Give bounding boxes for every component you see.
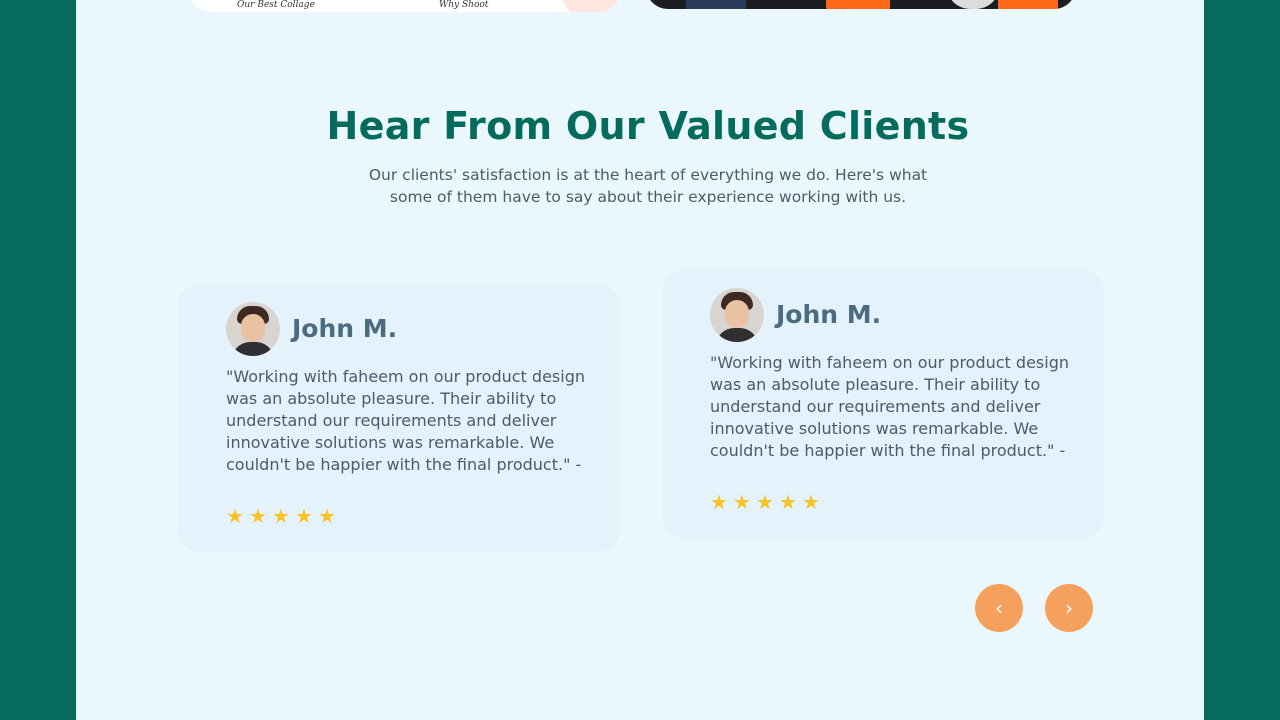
star-rating: ★ ★ ★ ★ ★ xyxy=(710,492,822,512)
portfolio-card-image[interactable]: Our Best Collage Why Shoot xyxy=(189,0,621,12)
star-icon: ★ xyxy=(710,490,728,514)
section-title: Hear From Our Valued Clients xyxy=(326,104,970,148)
chevron-left-icon: ‹ xyxy=(995,596,1003,620)
star-icon: ★ xyxy=(802,490,820,514)
avatar xyxy=(710,288,764,342)
star-icon: ★ xyxy=(756,490,774,514)
image-fragment xyxy=(826,0,890,9)
star-rating: ★ ★ ★ ★ ★ xyxy=(226,506,338,526)
card-scribble-text: Why Shoot xyxy=(439,0,489,10)
star-icon: ★ xyxy=(779,490,797,514)
carousel-prev-button[interactable]: ‹ xyxy=(975,584,1023,632)
image-fragment xyxy=(686,0,746,9)
card-scribble-text: Our Best Collage xyxy=(237,0,315,10)
decorative-shape xyxy=(561,0,621,12)
testimonial-card: John M. "Working with faheem on our prod… xyxy=(662,270,1104,538)
star-icon: ★ xyxy=(272,504,290,528)
testimonial-card: John M. "Working with faheem on our prod… xyxy=(178,284,620,552)
chevron-right-icon: › xyxy=(1065,596,1073,620)
image-fragment xyxy=(946,0,1000,9)
star-icon: ★ xyxy=(733,490,751,514)
star-icon: ★ xyxy=(318,504,336,528)
client-name: John M. xyxy=(292,314,398,343)
carousel-next-button[interactable]: › xyxy=(1045,584,1093,632)
testimonials-page: Our Best Collage Why Shoot Hear From Our… xyxy=(76,0,1204,720)
avatar xyxy=(226,302,280,356)
section-subtitle: Our clients' satisfaction is at the hear… xyxy=(368,166,928,206)
client-name: John M. xyxy=(776,300,882,329)
star-icon: ★ xyxy=(226,504,244,528)
testimonial-quote: "Working with faheem on our product desi… xyxy=(710,353,1069,460)
star-icon: ★ xyxy=(295,504,313,528)
image-fragment xyxy=(998,0,1058,9)
portfolio-card-image[interactable] xyxy=(646,0,1076,9)
star-icon: ★ xyxy=(249,504,267,528)
testimonial-quote: "Working with faheem on our product desi… xyxy=(226,367,585,474)
